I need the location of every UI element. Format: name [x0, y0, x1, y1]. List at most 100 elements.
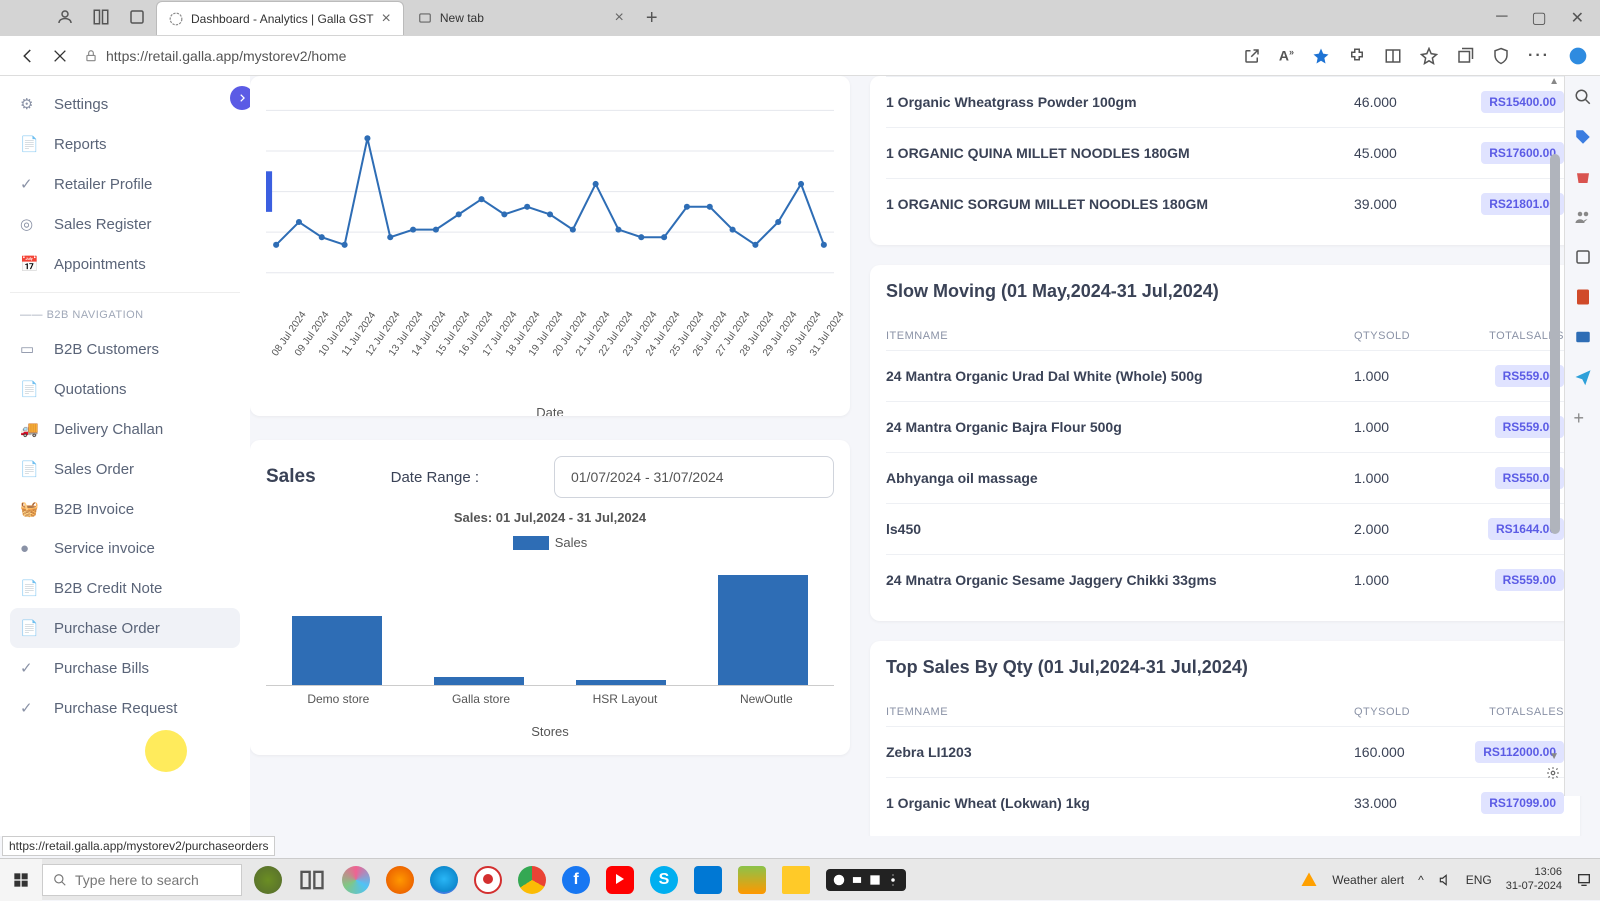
tab-actions-icon[interactable]	[128, 8, 148, 28]
tab-active[interactable]: Dashboard - Analytics | Galla GST ×	[156, 1, 404, 35]
sidebar-item-b2b-invoice[interactable]: 🧺B2B Invoice	[10, 489, 240, 529]
sidebar-item-b2b-credit-note[interactable]: 📄B2B Credit Note	[10, 568, 240, 608]
app2-icon[interactable]	[738, 866, 766, 894]
sidebar-item-appointments[interactable]: 📅Appointments	[10, 244, 240, 284]
close-icon[interactable]: ×	[374, 10, 391, 28]
weather-text[interactable]: Weather alert	[1332, 873, 1404, 887]
chrome-icon[interactable]	[518, 866, 546, 894]
workspaces-icon[interactable]	[92, 8, 112, 28]
status-bar-url: https://retail.galla.app/mystorev2/purch…	[2, 836, 275, 856]
col-qtysold: QTYSOLD	[1354, 330, 1454, 342]
back-button[interactable]	[12, 40, 44, 72]
table-row: Zebra LI1203160.000RS112000.00	[886, 726, 1564, 777]
people-icon[interactable]	[1574, 208, 1592, 226]
youtube-icon[interactable]	[606, 866, 634, 894]
bar-label: HSR Layout	[593, 692, 658, 706]
search-icon[interactable]	[1574, 88, 1592, 106]
taskview-icon[interactable]	[298, 866, 326, 894]
lock-icon	[84, 49, 98, 63]
profile-icon[interactable]	[56, 8, 76, 28]
clock[interactable]: 13:06 31-07-2024	[1506, 866, 1562, 892]
explorer-icon[interactable]	[782, 866, 810, 894]
sidebar-item-purchase-request[interactable]: ✓Purchase Request	[10, 688, 240, 728]
new-tab-button[interactable]: +	[646, 7, 658, 30]
menu-icon[interactable]: ···	[1528, 47, 1550, 65]
open-external-icon[interactable]	[1243, 47, 1261, 65]
sidebar-item-retailer-profile[interactable]: ✓Retailer Profile	[10, 164, 240, 204]
sidebar-item-purchase-order[interactable]: 📄Purchase Order	[10, 608, 240, 648]
maximize-icon[interactable]: ▢	[1531, 8, 1546, 28]
read-aloud-icon[interactable]: A»	[1279, 47, 1294, 64]
sidebar-item-sales-register[interactable]: ◎Sales Register	[10, 204, 240, 244]
cursor-highlight	[145, 730, 187, 772]
copilot-icon[interactable]	[1568, 46, 1588, 66]
minimize-icon[interactable]: ─	[1496, 8, 1507, 28]
tray-chevron-icon[interactable]: ^	[1418, 873, 1424, 887]
cell-total: RS17099.00	[1454, 792, 1564, 814]
cell-itemname: 1 Organic Wheat (Lokwan) 1kg	[886, 795, 1354, 811]
url-text: https://retail.galla.app/mystorev2/home	[106, 48, 346, 64]
top-items-card: 1 Organic Wheatgrass Powder 100gm46.000R…	[870, 76, 1580, 245]
bar-chart	[266, 566, 834, 686]
notifications-icon[interactable]	[1576, 872, 1592, 888]
store-icon[interactable]	[694, 866, 722, 894]
start-button[interactable]	[0, 859, 42, 901]
extension-icon[interactable]	[1348, 47, 1366, 65]
scrollbar[interactable]: ▲ ▼	[1546, 76, 1562, 776]
collapse-sidebar-button[interactable]	[230, 86, 250, 110]
office-icon[interactable]	[1574, 288, 1592, 306]
copilot-taskbar-icon[interactable]	[342, 866, 370, 894]
favorite-icon[interactable]	[1312, 47, 1330, 65]
tab-inactive[interactable]: New tab ×	[406, 1, 636, 35]
gear-icon[interactable]	[1546, 766, 1560, 780]
sidebar-label: Delivery Challan	[54, 421, 163, 438]
outlook-icon[interactable]	[1574, 328, 1592, 346]
split-icon[interactable]	[1384, 47, 1402, 65]
sidebar-label: Sales Register	[54, 216, 152, 233]
sound-icon[interactable]	[1438, 873, 1452, 887]
firefox-icon[interactable]	[386, 866, 414, 894]
weather-icon[interactable]	[1300, 871, 1318, 889]
sidebar-item-sales-order[interactable]: 📄Sales Order	[10, 449, 240, 489]
sidebar-item-service-invoice[interactable]: ●Service invoice	[10, 529, 240, 568]
sidebar-icon: ▭	[20, 340, 40, 358]
scroll-up-icon[interactable]: ▲	[1549, 76, 1559, 87]
sidebar-icon: ✓	[20, 175, 40, 193]
stop-button[interactable]	[44, 40, 76, 72]
scroll-thumb[interactable]	[1550, 154, 1560, 534]
address-bar: https://retail.galla.app/mystorev2/home …	[0, 36, 1600, 76]
cell-qty: 1.000	[1354, 419, 1454, 435]
slow-moving-title: Slow Moving (01 May,2024-31 Jul,2024)	[886, 281, 1564, 302]
taskbar-search[interactable]: Type here to search	[42, 864, 242, 896]
xbox-bar-icon[interactable]	[826, 869, 906, 891]
tag-icon[interactable]	[1574, 128, 1592, 146]
date-range-input[interactable]: 01/07/2024 - 31/07/2024	[554, 456, 834, 498]
tools-icon[interactable]	[1574, 248, 1592, 266]
sidebar-icon: ⚙	[20, 95, 40, 113]
sidebar-item-b2b-customers[interactable]: ▭B2B Customers	[10, 329, 240, 369]
language-indicator[interactable]: ENG	[1466, 873, 1492, 887]
sidebar-item-reports[interactable]: 📄Reports	[10, 124, 240, 164]
url-field[interactable]: https://retail.galla.app/mystorev2/home	[76, 48, 1243, 64]
favorites-bar-icon[interactable]	[1420, 47, 1438, 65]
tab-title: New tab	[440, 11, 484, 25]
send-icon[interactable]	[1574, 368, 1592, 386]
sidebar-item-purchase-bills[interactable]: ✓Purchase Bills	[10, 648, 240, 688]
close-icon[interactable]: ×	[607, 9, 624, 27]
edge-icon[interactable]	[430, 866, 458, 894]
facebook-icon[interactable]: f	[562, 866, 590, 894]
shopping-icon[interactable]	[1574, 168, 1592, 186]
skype-icon[interactable]: S	[650, 866, 678, 894]
scroll-down-icon[interactable]: ▼	[1549, 751, 1559, 762]
sidebar-icon: 📄	[20, 619, 40, 637]
record-icon[interactable]	[474, 866, 502, 894]
sidebar-item-quotations[interactable]: 📄Quotations	[10, 369, 240, 409]
sidebar-item-settings[interactable]: ⚙Settings	[10, 84, 240, 124]
sidebar-item-delivery-challan[interactable]: 🚚 Delivery Challan	[10, 409, 240, 449]
plus-icon[interactable]: +	[1574, 408, 1592, 426]
close-window-icon[interactable]: ✕	[1571, 8, 1584, 28]
sidebar-icon: 🚚	[20, 420, 40, 438]
app-icon[interactable]	[254, 866, 282, 894]
shield-icon[interactable]	[1492, 47, 1510, 65]
collections-icon[interactable]	[1456, 47, 1474, 65]
